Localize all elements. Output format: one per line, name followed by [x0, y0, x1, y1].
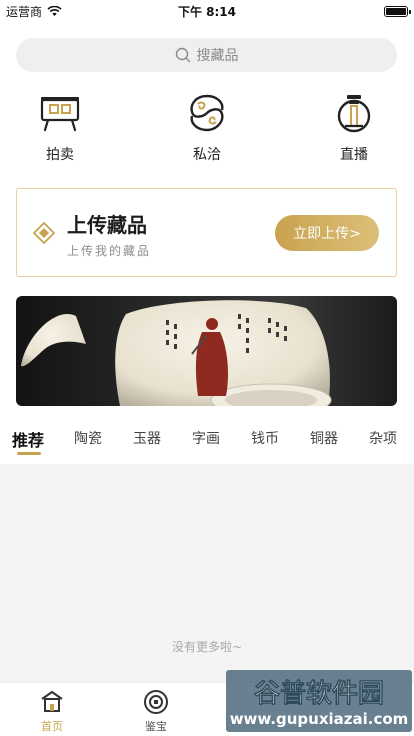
nav-appraisal[interactable]: 鉴宝 — [126, 689, 186, 734]
diamond-icon — [33, 222, 55, 244]
no-more-text: 没有更多啦~ — [171, 640, 243, 654]
appraisal-icon — [144, 690, 168, 714]
feature-live[interactable]: 直播 — [309, 92, 399, 164]
tab-misc[interactable]: 杂项 — [369, 428, 397, 448]
feature-negotiation-label: 私洽 — [193, 147, 221, 163]
nav-home-label: 首页 — [41, 720, 63, 733]
nav-home[interactable]: 首页 — [22, 689, 82, 734]
tab-bronze[interactable]: 铜器 — [310, 428, 338, 448]
search-placeholder: 搜藏品 — [196, 48, 239, 64]
auction-icon — [40, 97, 80, 132]
tab-recommend[interactable]: 推荐 — [12, 427, 44, 451]
status-bar: 运营商 下午 8:14 — [0, 0, 414, 22]
carrier-label: 运营商 — [6, 4, 43, 19]
home-icon — [41, 690, 63, 712]
feature-auction-label: 拍卖 — [46, 147, 74, 163]
feature-grid: 拍卖 私洽 直播 — [0, 92, 414, 172]
tab-jade[interactable]: 玉器 — [133, 428, 161, 448]
banner-image[interactable] — [16, 296, 397, 406]
tab-coins[interactable]: 钱币 — [251, 428, 279, 448]
svg-text:谷普软件园: 谷普软件园 — [254, 678, 384, 709]
tab-calligraphy[interactable]: 字画 — [192, 428, 220, 448]
teapot-illustration — [21, 300, 332, 406]
search-bar[interactable]: 搜藏品 — [16, 38, 397, 72]
upload-now-button[interactable]: 立即上传> — [275, 215, 379, 251]
category-tabs: 推荐 陶瓷 玉器 字画 钱币 铜器 杂项 — [0, 420, 414, 460]
feature-live-label: 直播 — [340, 147, 368, 163]
live-icon — [337, 95, 371, 133]
feature-auction[interactable]: 拍卖 — [15, 92, 105, 164]
tab-ceramics[interactable]: 陶瓷 — [74, 428, 102, 448]
tab-indicator — [17, 452, 41, 455]
svg-text:www.gupuxiazai.com: www.gupuxiazai.com — [230, 710, 409, 728]
battery-icon — [384, 5, 411, 17]
wifi-icon — [47, 5, 62, 16]
nav-appraisal-label: 鉴宝 — [145, 720, 167, 733]
upload-card[interactable]: 上传藏品 上传我的藏品 立即上传> — [16, 188, 397, 277]
negotiation-icon — [190, 94, 224, 132]
feature-negotiation[interactable]: 私洽 — [162, 92, 252, 164]
upload-title: 上传藏品 — [67, 213, 147, 237]
upload-subtitle: 上传我的藏品 — [67, 244, 152, 258]
site-watermark: 谷普软件园 www.gupuxiazai.com — [226, 670, 412, 732]
content-area: 没有更多啦~ — [0, 464, 414, 682]
search-icon — [175, 47, 190, 63]
